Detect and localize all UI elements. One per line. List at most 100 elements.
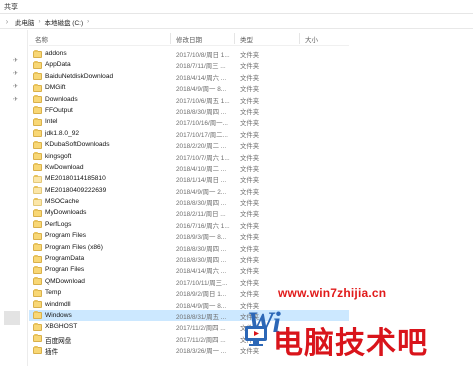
pin-icon[interactable]: ✈ — [13, 70, 18, 77]
file-type: 文件夹 — [240, 143, 260, 151]
file-row[interactable]: Downloads 2017/10/6/周五 1... 文件夹 — [29, 94, 349, 105]
file-name: Progran Files — [45, 266, 85, 274]
file-row[interactable]: MyDownloads 2018/2/11/周日 ... 文件夹 — [29, 207, 349, 218]
file-type: 文件夹 — [240, 63, 260, 71]
folder-icon — [33, 106, 42, 115]
column-divider[interactable] — [234, 33, 235, 44]
file-row[interactable]: ME20180114185810 2018/1/14/周日 ... 文件夹 — [29, 173, 349, 184]
file-modified: 2017/10/8/周日 1... — [176, 52, 230, 59]
file-row[interactable]: PerfLogs 2016/7/16/周六 1... 文件夹 — [29, 219, 349, 230]
column-divider[interactable] — [170, 33, 171, 44]
file-row[interactable]: KwDownload 2018/4/10/周二 ... 文件夹 — [29, 162, 349, 173]
file-type: 文件夹 — [240, 52, 260, 59]
breadcrumb-drive-c[interactable]: 本地磁盘 (C:) — [45, 17, 84, 27]
file-name: XBGHOST — [45, 323, 78, 331]
breadcrumb-separator[interactable]: › — [87, 19, 89, 25]
breadcrumb-separator[interactable]: › — [39, 19, 41, 25]
file-name: FFOutput — [45, 106, 73, 114]
file-row[interactable]: ME20180409222639 2018/4/9/周一 2... 文件夹 — [29, 185, 349, 196]
brand-text: 电脑技术吧 — [273, 326, 428, 361]
folder-icon — [33, 254, 42, 263]
file-row[interactable]: FFOutput 2018/8/30/周四 ... 文件夹 — [29, 105, 349, 116]
file-row[interactable]: Program Files (x86) 2018/8/30/周四 ... 文件夹 — [29, 242, 349, 253]
file-row[interactable]: kingsgoft 2017/10/7/周六 1... 文件夹 — [29, 151, 349, 162]
file-modified: 2017/11/2/周四 ... — [176, 336, 226, 344]
file-name: BaiduNetdiskDownload — [45, 72, 114, 80]
breadcrumb-this-pc[interactable]: 此电脑 — [15, 17, 35, 27]
file-type: 文件夹 — [240, 74, 260, 82]
folder-icon — [33, 140, 42, 149]
folder-icon — [33, 300, 42, 309]
folder-icon — [33, 49, 42, 58]
nav-pane-selection[interactable] — [4, 311, 20, 325]
folder-icon — [33, 345, 42, 354]
file-name: DMGift — [45, 84, 66, 92]
folder-icon — [33, 220, 42, 229]
file-row[interactable]: KDubaSoftDownloads 2018/2/20/周二 ... 文件夹 — [29, 139, 349, 150]
up-arrow-icon[interactable]: › — [3, 17, 11, 26]
file-modified: 2017/10/16/周一... — [176, 120, 228, 128]
file-row[interactable]: MSOCache 2018/8/30/周四 ... 文件夹 — [29, 196, 349, 207]
file-type: 文件夹 — [240, 108, 260, 116]
file-modified: 2018/4/9/周一 8... — [176, 302, 227, 310]
file-row[interactable]: addons 2017/10/8/周日 1... 文件夹 — [29, 48, 349, 59]
file-row[interactable]: Progran Files 2018/4/14/周六 ... 文件夹 — [29, 264, 349, 275]
folder-icon — [33, 186, 42, 195]
column-modified[interactable]: 修改日期 — [176, 34, 202, 44]
file-name: Temp — [45, 289, 62, 297]
file-type: 文件夹 — [240, 177, 260, 185]
file-row[interactable]: Program Files 2018/9/3/周一 8... 文件夹 — [29, 230, 349, 241]
file-modified: 2018/4/14/周六 ... — [176, 74, 227, 82]
file-modified: 2017/11/2/周四 ... — [176, 325, 226, 333]
folder-icon — [33, 311, 42, 320]
folder-icon — [33, 288, 42, 297]
file-modified: 2018/4/9/周一 2... — [176, 188, 227, 196]
folder-icon — [33, 117, 42, 126]
file-type: 文件夹 — [240, 86, 260, 94]
file-modified: 2018/8/30/周四 ... — [176, 257, 227, 265]
file-name: Windows — [45, 311, 72, 319]
folder-icon — [33, 129, 42, 138]
file-modified: 2016/7/16/周六 1... — [176, 222, 230, 230]
pin-icon[interactable]: ✈ — [13, 57, 18, 64]
file-name: KDubaSoftDownloads — [45, 141, 110, 149]
file-modified: 2017/10/7/周六 1... — [176, 154, 230, 162]
column-divider[interactable] — [299, 33, 300, 44]
file-type: 文件夹 — [240, 97, 260, 105]
file-name: PerfLogs — [45, 220, 72, 228]
file-type: 文件夹 — [240, 291, 260, 299]
folder-icon — [33, 174, 42, 183]
file-modified: 2017/10/11/周三... — [176, 279, 228, 287]
file-name: addons — [45, 50, 67, 57]
column-type[interactable]: 类型 — [240, 34, 253, 44]
address-bar[interactable]: › 此电脑 › 本地磁盘 (C:) › — [0, 15, 473, 29]
file-name: ME20180114185810 — [45, 175, 106, 183]
column-name[interactable]: 名称 — [35, 34, 48, 44]
brand-logo: Wi 电脑技术吧 — [243, 306, 473, 366]
file-type: 文件夹 — [240, 120, 260, 128]
column-size[interactable]: 大小 — [305, 34, 318, 44]
file-name: MyDownloads — [45, 209, 87, 217]
folder-icon — [33, 163, 42, 172]
folder-icon — [33, 152, 42, 161]
ribbon-tab-share[interactable]: 共享 — [4, 2, 18, 12]
file-row[interactable]: AppData 2018/7/11/周三 ... 文件夹 — [29, 59, 349, 70]
file-type: 文件夹 — [240, 257, 260, 265]
pin-icon[interactable]: ✈ — [13, 96, 18, 103]
file-row[interactable]: BaiduNetdiskDownload 2018/4/14/周六 ... 文件夹 — [29, 71, 349, 82]
file-row[interactable]: Intel 2017/10/16/周一... 文件夹 — [29, 116, 349, 127]
file-type: 文件夹 — [240, 188, 260, 196]
file-name: KwDownload — [45, 163, 84, 171]
file-row[interactable]: ProgramData 2018/8/30/周四 ... 文件夹 — [29, 253, 349, 264]
pin-icon[interactable]: ✈ — [13, 83, 18, 90]
folder-icon — [33, 208, 42, 217]
file-row[interactable]: jdk1.8.0_92 2017/10/17/周二... 文件夹 — [29, 128, 349, 139]
file-modified: 2018/1/14/周日 ... — [176, 177, 227, 185]
file-type: 文件夹 — [240, 165, 260, 173]
folder-icon — [33, 83, 42, 92]
file-name: ProgramData — [45, 255, 85, 263]
file-modified: 2018/4/9/周一 8... — [176, 86, 227, 94]
file-row[interactable]: DMGift 2018/4/9/周一 8... 文件夹 — [29, 82, 349, 93]
file-type: 文件夹 — [240, 234, 260, 242]
file-name: Program Files — [45, 232, 87, 240]
